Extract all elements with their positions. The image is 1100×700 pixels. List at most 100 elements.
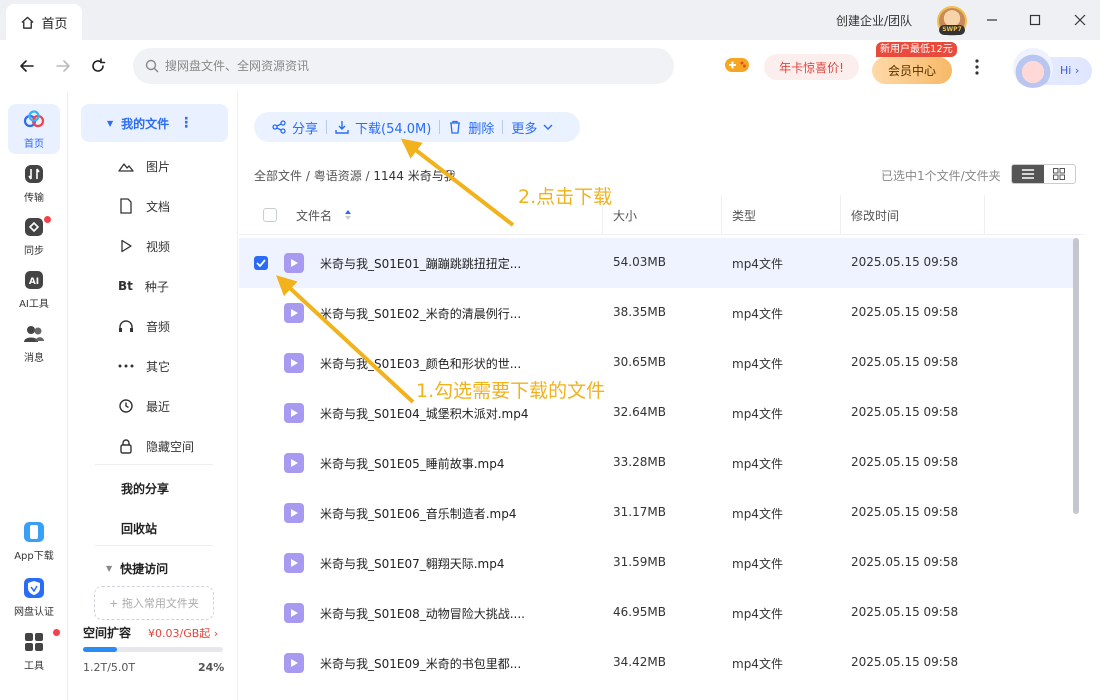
close-icon[interactable] xyxy=(1070,10,1090,30)
annual-card-promo-button[interactable]: 年卡惊喜价! xyxy=(764,54,859,80)
refresh-icon[interactable] xyxy=(86,54,110,78)
svg-text:AI: AI xyxy=(29,277,39,287)
table-row[interactable]: 米奇与我_S01E03_颜色和形状的世... 30.65MB mp4文件 2025.0… xyxy=(239,338,1074,388)
file-size: 33.28MB xyxy=(613,455,666,469)
rail-item-verify[interactable]: 网盘认证 xyxy=(8,572,60,622)
forward-arrow-icon[interactable] xyxy=(51,54,75,78)
table-row[interactable]: 米奇与我_S01E07_翱翔天际.mp4 31.59MB mp4文件 2025.05.… xyxy=(239,538,1074,588)
sidebar-item-other[interactable]: 其它 xyxy=(118,354,228,378)
file-name[interactable]: 米奇与我_S01E07_翱翔天际.mp4 xyxy=(320,555,505,572)
file-type: mp4文件 xyxy=(732,257,783,271)
sidebar-my-share[interactable]: 我的分享 xyxy=(121,480,169,497)
sidebar-item-videos[interactable]: 视频 xyxy=(118,234,228,258)
download-icon xyxy=(335,121,349,134)
table-row[interactable]: 米奇与我_S01E01_蹦蹦跳跳扭扭定... 54.03MB mp4文件 2025.0… xyxy=(239,238,1074,288)
file-modified: 2025.05.15 09:58 xyxy=(851,505,959,519)
header-modified[interactable]: 修改时间 xyxy=(851,195,899,235)
assistant-avatar-icon[interactable] xyxy=(1013,48,1053,88)
file-name[interactable]: 米奇与我_S01E09_米奇的书包里都... xyxy=(320,655,521,672)
sidebar-item-torrents[interactable]: Bt 种子 xyxy=(118,274,228,298)
tab-home[interactable]: 首页 xyxy=(6,4,82,40)
vip-center-button[interactable]: 会员中心 xyxy=(872,57,952,84)
header-type[interactable]: 类型 xyxy=(732,195,756,235)
file-name[interactable]: 米奇与我_S01E04_城堡积木派对.mp4 xyxy=(320,405,529,422)
select-all-checkbox[interactable] xyxy=(263,195,277,235)
rail-item-home[interactable]: 首页 xyxy=(8,104,60,154)
back-arrow-icon[interactable] xyxy=(15,54,39,78)
file-modified: 2025.05.15 09:58 xyxy=(851,455,959,469)
file-name[interactable]: 米奇与我_S01E06_音乐制造者.mp4 xyxy=(320,505,517,522)
table-row[interactable]: 米奇与我_S01E08_动物冒险大挑战.... 46.95MB mp4文件 2025.… xyxy=(239,588,1074,638)
phone-icon xyxy=(23,521,45,543)
sidebar-divider xyxy=(95,545,213,546)
create-enterprise-link[interactable]: 创建企业/团队 xyxy=(836,12,912,29)
drop-folder-zone[interactable]: + 拖入常用文件夹 xyxy=(94,586,214,620)
bt-icon: Bt xyxy=(118,279,133,293)
minimize-icon[interactable] xyxy=(982,10,1002,30)
more-vertical-icon[interactable]: ⋮ xyxy=(179,115,193,131)
rail-item-messages[interactable]: 消息 xyxy=(8,318,60,368)
grid-view-icon[interactable] xyxy=(1044,165,1076,183)
table-row[interactable]: 米奇与我_S01E04_城堡积木派对.mp4 32.64MB mp4文件 2025.0… xyxy=(239,388,1074,438)
search-icon xyxy=(145,59,159,73)
chevron-down-icon xyxy=(543,124,553,130)
file-modified: 2025.05.15 09:58 xyxy=(851,305,959,319)
video-file-icon xyxy=(284,303,304,323)
download-button[interactable]: 下载(54.0M) xyxy=(327,112,439,142)
search-input[interactable] xyxy=(165,59,645,73)
breadcrumb-root[interactable]: 全部文件 xyxy=(254,169,302,183)
list-view-icon[interactable] xyxy=(1012,165,1044,183)
triangle-down-icon: ▼ xyxy=(107,118,114,128)
sidebar-my-files[interactable]: ▼ 我的文件 ⋮ xyxy=(81,104,228,142)
file-name[interactable]: 米奇与我_S01E05_睡前故事.mp4 xyxy=(320,455,505,472)
table-row[interactable]: 米奇与我_S01E05_睡前故事.mp4 33.28MB mp4文件 2025.05.… xyxy=(239,438,1074,488)
file-name[interactable]: 米奇与我_S01E01_蹦蹦跳跳扭扭定... xyxy=(320,255,521,272)
rail-item-app-download[interactable]: App下载 xyxy=(8,516,60,566)
sidebar-item-images[interactable]: 图片 xyxy=(118,154,228,178)
more-vertical-icon[interactable] xyxy=(966,54,988,80)
headphone-icon xyxy=(118,318,134,334)
sidebar-item-hidden-space[interactable]: 隐藏空间 xyxy=(118,434,228,458)
file-name[interactable]: 米奇与我_S01E08_动物冒险大挑战.... xyxy=(320,605,525,622)
table-header: 文件名 大小 类型 修改时间 xyxy=(239,195,1084,235)
sidebar-item-audio[interactable]: 音频 xyxy=(118,314,228,338)
table-row[interactable]: 米奇与我_S01E06_音乐制造者.mp4 31.17MB mp4文件 2025.05… xyxy=(239,488,1074,538)
sidebar-recycle-bin[interactable]: 回收站 xyxy=(121,520,157,537)
file-modified: 2025.05.15 09:58 xyxy=(851,405,959,419)
row-checkbox[interactable] xyxy=(254,256,268,270)
document-icon xyxy=(118,198,134,214)
rail-item-sync[interactable]: 同步 xyxy=(8,211,60,261)
more-button[interactable]: 更多 xyxy=(503,112,561,142)
sync-notification-dot xyxy=(44,216,51,223)
table-row[interactable]: 米奇与我_S01E02_米奇的清晨例行... 38.35MB mp4文件 2025.0… xyxy=(239,288,1074,338)
header-size[interactable]: 大小 xyxy=(613,195,637,235)
table-row[interactable]: 米奇与我_S01E09_米奇的书包里都... 34.42MB mp4文件 2025.0… xyxy=(239,638,1074,688)
delete-button[interactable]: 删除 xyxy=(440,112,502,142)
share-label: 分享 xyxy=(292,121,319,137)
file-name[interactable]: 米奇与我_S01E02_米奇的清晨例行... xyxy=(320,305,521,322)
space-expand-price[interactable]: ¥0.03/GB起 › xyxy=(148,625,218,641)
verify-icon xyxy=(23,577,45,599)
sidebar-quick-access[interactable]: ▼ 快捷访问 xyxy=(106,560,168,577)
sidebar-item-label: 种子 xyxy=(144,279,169,294)
rail-item-transfer[interactable]: 传输 xyxy=(8,158,60,208)
breadcrumb-level1[interactable]: 粤语资源 xyxy=(314,169,362,183)
space-expand-title[interactable]: 空间扩容 xyxy=(83,624,131,641)
file-size: 31.17MB xyxy=(613,505,666,519)
file-type: mp4文件 xyxy=(732,557,783,571)
file-size: 32.64MB xyxy=(613,405,666,419)
search-bar[interactable] xyxy=(133,48,674,84)
sidebar-item-recent[interactable]: 最近 xyxy=(118,394,228,418)
sync-icon xyxy=(23,216,45,238)
sidebar-item-documents[interactable]: 文档 xyxy=(118,194,228,218)
video-file-icon xyxy=(284,453,304,473)
gamepad-icon[interactable] xyxy=(723,54,751,76)
header-name[interactable]: 文件名 xyxy=(296,195,352,235)
rail-item-ai-tools[interactable]: AI AI工具 xyxy=(8,264,60,314)
selection-info: 已选中1个文件/文件夹 xyxy=(881,169,1001,183)
storage-used: 1.2T/5.0T xyxy=(83,661,136,674)
file-name[interactable]: 米奇与我_S01E03_颜色和形状的世... xyxy=(320,355,521,372)
share-button[interactable]: 分享 xyxy=(264,112,326,142)
scrollbar[interactable] xyxy=(1073,238,1079,514)
maximize-icon[interactable] xyxy=(1025,10,1045,30)
